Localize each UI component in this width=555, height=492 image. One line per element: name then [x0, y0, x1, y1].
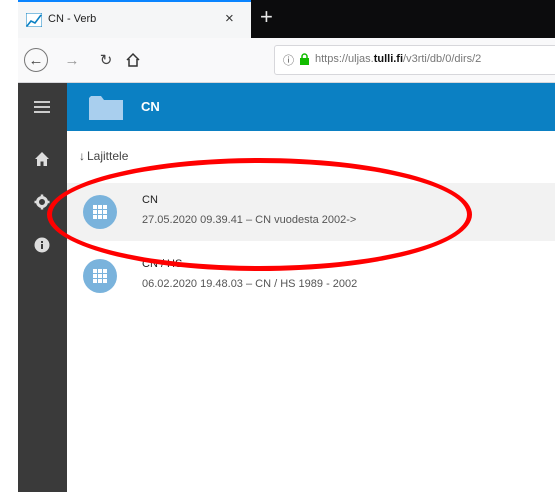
new-tab-button[interactable]: +: [260, 5, 273, 29]
list-item[interactable]: CN 27.05.2020 09.39.41 – CN vuodesta 200…: [67, 183, 555, 241]
table-grid-icon: [83, 195, 117, 229]
back-button[interactable]: ←: [24, 48, 48, 72]
navigation-bar: ← → ↻ ⓘ https://uljas.tulli.fi/v3rti/db/…: [18, 38, 555, 83]
tab-title: CN - Verb: [48, 13, 97, 25]
url-suffix: /v3rti/db/0/dirs/2: [403, 53, 482, 65]
forward-arrow-icon: →: [64, 51, 80, 69]
home-icon: [35, 152, 49, 166]
url-text: https://uljas.tulli.fi/v3rti/db/0/dirs/2: [315, 53, 481, 65]
info-icon[interactable]: ⓘ: [283, 52, 294, 68]
app-header: CN: [67, 83, 555, 131]
browser-window: CN - Verb × + ← → ↻ ⓘ https://uljas.tull…: [18, 0, 555, 492]
hamburger-menu-icon: [34, 101, 50, 113]
url-prefix: https://uljas.: [315, 53, 374, 65]
url-domain: tulli.fi: [373, 53, 404, 65]
content-area: ↓ Lajittele CN 27.05.2020 09.39.41 – CN v…: [67, 131, 555, 492]
table-grid-icon: [83, 259, 117, 293]
address-bar[interactable]: ⓘ https://uljas.tulli.fi/v3rti/db/0/dirs…: [274, 45, 555, 75]
item-meta: 27.05.2020 09.39.41 – CN vuodesta 2002->: [142, 214, 357, 226]
info-nav-button[interactable]: [30, 233, 54, 257]
tab-strip: CN - Verb × +: [18, 0, 555, 38]
home-nav-button[interactable]: [30, 147, 54, 171]
reload-icon: ↻: [99, 52, 113, 69]
settings-nav-button[interactable]: [30, 190, 54, 214]
back-arrow-icon: ←: [28, 51, 44, 69]
item-name: CN: [142, 194, 158, 206]
app-sidebar: [18, 83, 67, 492]
forward-button[interactable]: →: [60, 48, 84, 72]
item-meta: 06.02.2020 19.48.03 – CN / HS 1989 - 200…: [142, 278, 358, 290]
lock-icon: [300, 53, 309, 65]
gear-icon: [34, 194, 50, 210]
item-name: CN / HS: [142, 258, 183, 270]
page-title: CN: [141, 99, 160, 114]
info-icon: [34, 237, 50, 253]
home-button[interactable]: [121, 48, 145, 72]
sort-arrow-icon: ↓: [79, 149, 85, 163]
list-item[interactable]: CN / HS 06.02.2020 19.48.03 – CN / HS 19…: [67, 247, 555, 305]
tab-cn-verb[interactable]: CN - Verb ×: [18, 0, 251, 38]
sort-control[interactable]: ↓ Lajittele: [79, 149, 128, 163]
home-icon: [126, 52, 140, 67]
reload-button[interactable]: ↻: [94, 48, 118, 72]
folder-icon: [89, 96, 123, 120]
chart-favicon-icon: [26, 13, 42, 27]
close-tab-icon[interactable]: ×: [225, 10, 234, 27]
sort-label: Lajittele: [87, 149, 129, 163]
menu-button[interactable]: [30, 95, 54, 119]
